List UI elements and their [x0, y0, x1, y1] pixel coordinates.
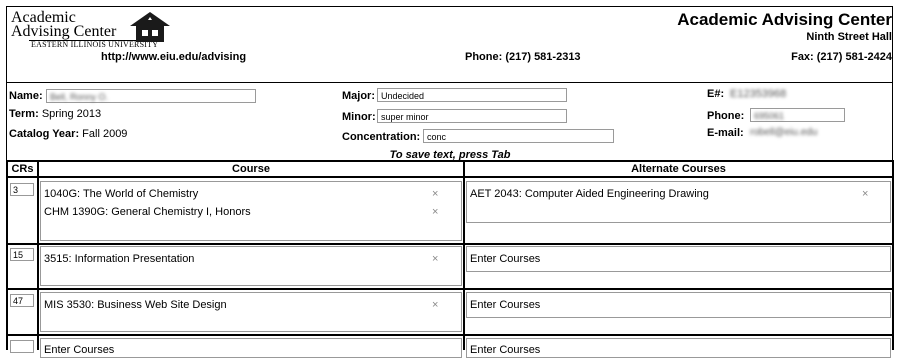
catalog-value: Fall 2009: [82, 128, 128, 140]
name-label: Name:: [9, 90, 43, 102]
alternate-placeholder: Enter Courses: [470, 344, 541, 356]
remove-course-icon[interactable]: ×: [432, 253, 438, 265]
course-header: Course: [232, 163, 270, 175]
crs-field[interactable]: 3: [10, 183, 34, 196]
row-divider-3: [6, 334, 894, 336]
row-divider-1: [6, 243, 894, 245]
major-field[interactable]: Undecided: [377, 88, 567, 102]
term-value: Spring 2013: [41, 108, 102, 120]
table-right-border: [892, 160, 894, 350]
crs-column-border: [37, 160, 39, 350]
concentration-label: Concentration:: [342, 131, 421, 143]
course-placeholder: Enter Courses: [44, 344, 115, 356]
course-item: 3515: Information Presentation: [44, 253, 195, 265]
email-value: robell@eiu.edu: [750, 127, 818, 138]
eiu-logo: Academic Advising Center EASTERN ILLINOI…: [11, 10, 170, 50]
alternate-placeholder: Enter Courses: [470, 299, 541, 311]
crs-header: CRs: [11, 163, 34, 175]
concentration-field[interactable]: conc: [423, 129, 614, 143]
course-list-box[interactable]: [40, 246, 462, 286]
alternate-item: AET 2043: Computer Aided Engineering Dra…: [470, 188, 709, 200]
header-divider: [6, 82, 893, 83]
major-label: Major:: [342, 90, 375, 102]
remove-course-icon[interactable]: ×: [432, 206, 438, 218]
table-top-border: [6, 160, 894, 162]
alternate-header: Alternate Courses: [631, 163, 726, 175]
crs-field[interactable]: 15: [10, 248, 34, 261]
logo-line-2: Advising Center: [11, 23, 117, 40]
building-icon: [130, 12, 170, 42]
row-divider-2: [6, 288, 894, 290]
phone-field[interactable]: 695061: [750, 108, 845, 122]
catalog-row: Catalog Year: Fall 2009: [9, 128, 127, 140]
course-item: CHM 1390G: General Chemistry I, Honors: [44, 206, 251, 218]
remove-course-icon[interactable]: ×: [432, 299, 438, 311]
header-title: Academic Advising Center: [677, 10, 892, 29]
name-value: Bell, Ronny O.: [50, 92, 109, 102]
term-row: Term: Spring 2013: [9, 108, 101, 120]
eid-value: E12353968: [730, 88, 787, 100]
crs-field[interactable]: 47: [10, 294, 34, 307]
minor-field[interactable]: super minor: [377, 109, 567, 123]
catalog-label: Catalog Year:: [9, 128, 80, 140]
term-label: Term:: [9, 108, 39, 120]
eid-label: E#:: [707, 88, 725, 100]
phone-label: Phone:: [707, 110, 745, 122]
name-field[interactable]: Bell, Ronny O.: [46, 89, 256, 103]
course-item: MIS 3530: Business Web Site Design: [44, 299, 227, 311]
remove-course-icon[interactable]: ×: [432, 188, 438, 200]
remove-alternate-icon[interactable]: ×: [862, 188, 868, 200]
office-phone: Phone: (217) 581-2313: [465, 51, 581, 63]
website-link[interactable]: http://www.eiu.edu/advising: [101, 51, 246, 63]
office-fax: Fax: (217) 581-2424: [791, 51, 892, 63]
email-label: E-mail:: [707, 127, 744, 139]
alternate-placeholder: Enter Courses: [470, 253, 541, 265]
minor-label: Minor:: [342, 111, 376, 123]
phone-value: 695061: [754, 111, 785, 121]
crs-field[interactable]: [10, 340, 34, 353]
table-left-border: [6, 160, 8, 350]
header-building: Ninth Street Hall: [806, 31, 892, 43]
table-header-border: [6, 176, 894, 178]
course-column-border: [463, 160, 465, 350]
course-list-box[interactable]: [40, 292, 462, 332]
course-item: 1040G: The World of Chemistry: [44, 188, 199, 200]
